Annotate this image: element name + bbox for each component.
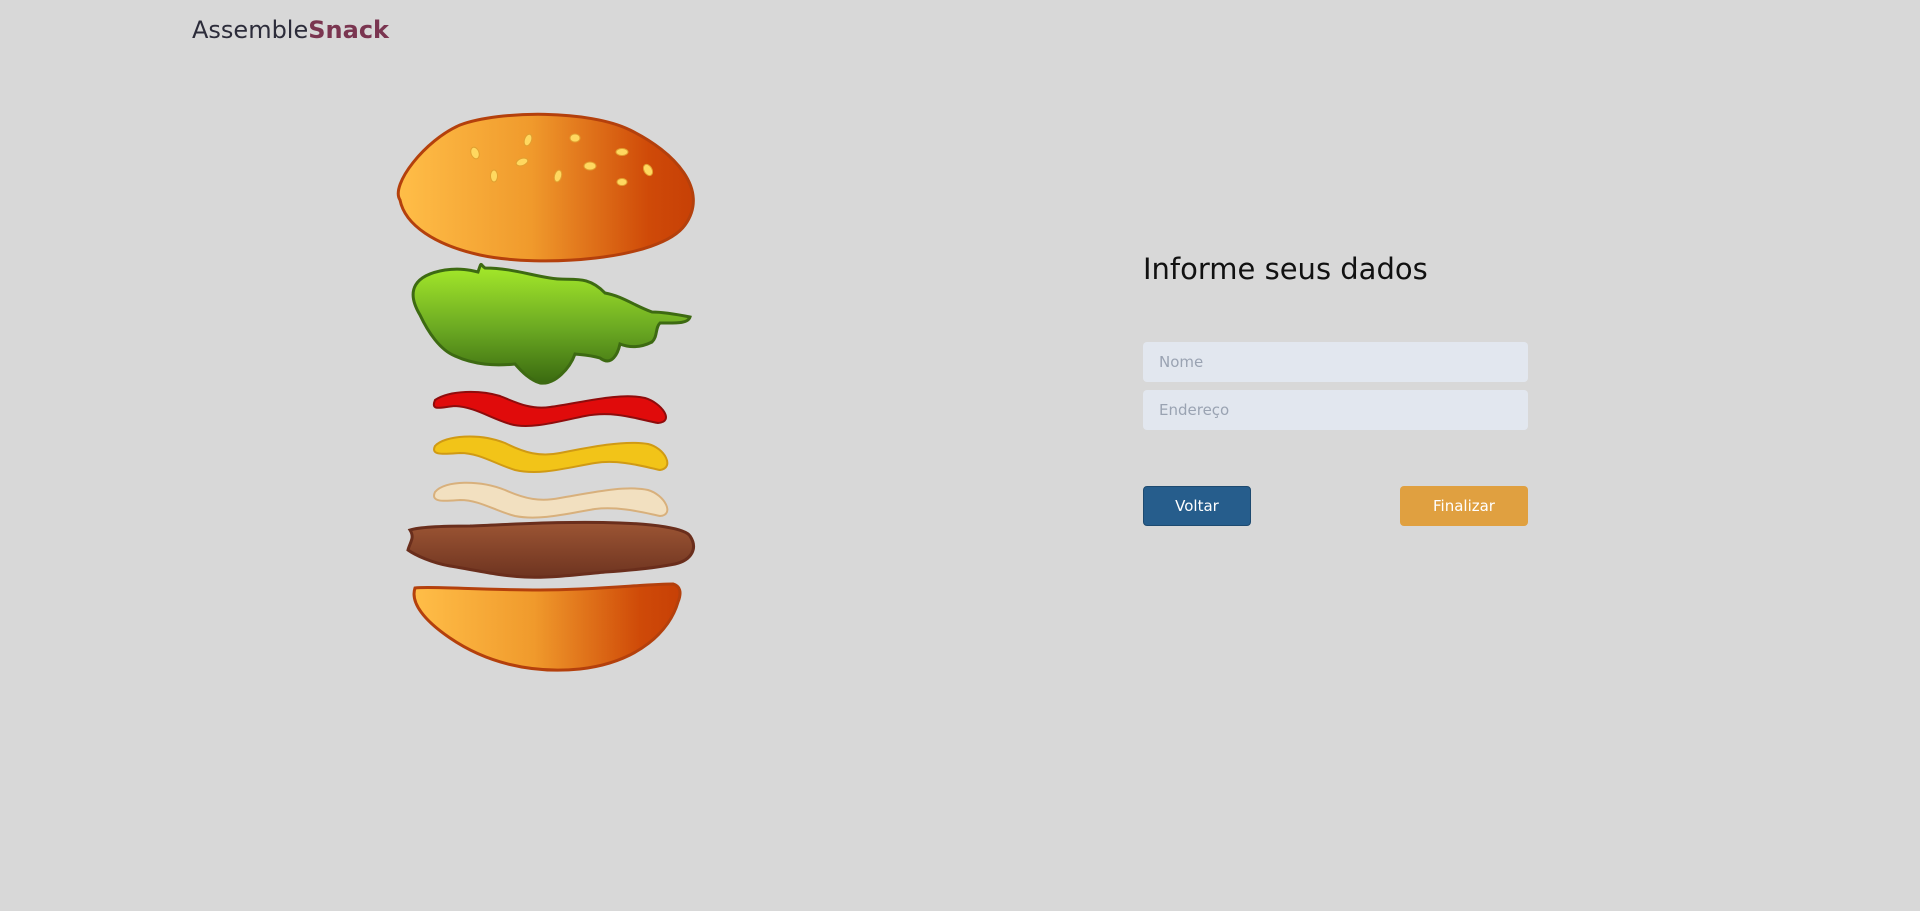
top-bun	[396, 112, 695, 263]
burger-illustration	[396, 112, 695, 672]
form-actions: Voltar Finalizar	[1143, 486, 1528, 526]
mustard-layer	[433, 435, 669, 473]
ketchup-layer	[432, 390, 667, 427]
address-input[interactable]	[1143, 390, 1528, 430]
mayo-layer	[433, 481, 669, 519]
logo-text-snack: Snack	[308, 16, 390, 44]
finish-button[interactable]: Finalizar	[1400, 486, 1528, 526]
logo-text-assemble: Assemble	[192, 16, 309, 44]
patty-layer	[406, 520, 695, 579]
name-input[interactable]	[1143, 342, 1528, 382]
lettuce-layer	[411, 262, 692, 385]
back-button[interactable]: Voltar	[1143, 486, 1251, 526]
bottom-bun	[412, 582, 682, 672]
customer-form: Informe seus dados Voltar Finalizar	[1143, 252, 1528, 526]
app-logo[interactable]: AssembleSnack	[192, 16, 389, 44]
form-title: Informe seus dados	[1143, 252, 1428, 286]
